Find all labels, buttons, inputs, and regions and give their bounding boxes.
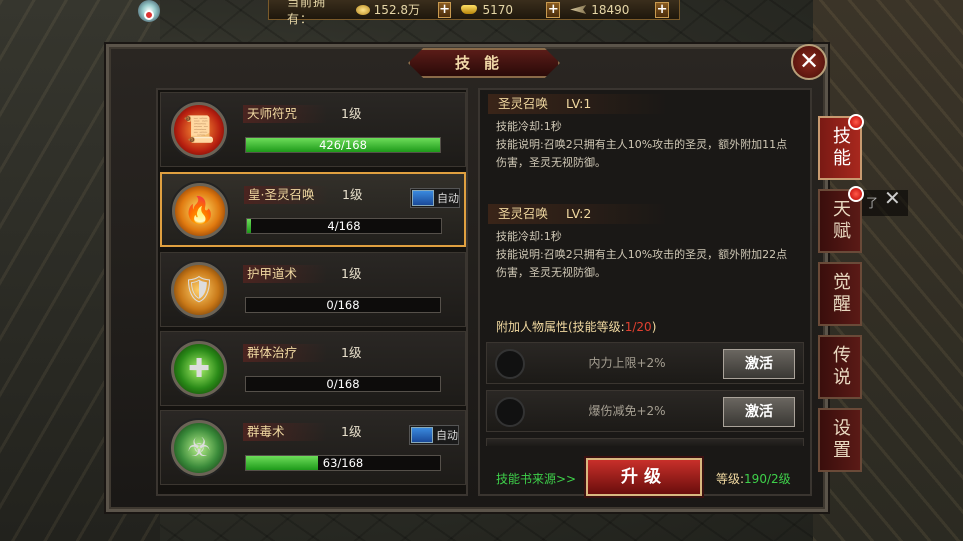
- skill-name: 群体治疗: [243, 344, 327, 362]
- tab-awaken[interactable]: 觉醒: [818, 262, 862, 326]
- attribute-slot-icon: [495, 349, 525, 379]
- next-cooldown: 技能冷却:1秒: [496, 230, 562, 243]
- skill-progress-bar: 426/168: [245, 137, 441, 153]
- close-button[interactable]: ✕: [791, 44, 827, 80]
- auto-checkbox-icon: [412, 190, 434, 206]
- resource-coin: 152.8万: [355, 1, 424, 18]
- add-feather-button[interactable]: +: [655, 1, 670, 18]
- level-value: 190/2级: [744, 472, 791, 486]
- attribute-row: 内力上限+2% 激活: [486, 342, 804, 384]
- notification-dot-icon: [144, 10, 154, 20]
- tab-settings[interactable]: 设置: [818, 408, 862, 472]
- skill-progress-bar: 0/168: [245, 376, 441, 392]
- skill-level: 1级: [341, 106, 362, 121]
- attribute-row-partial: [486, 438, 804, 446]
- phoenix-summon-icon: 🔥: [172, 183, 228, 239]
- group-heal-icon: ✚: [171, 341, 227, 397]
- current-skill-header: 圣灵召唤 LV:1: [488, 94, 668, 114]
- current-skill-name: 圣灵召唤: [498, 96, 549, 111]
- gold-ingot-icon: [461, 5, 478, 14]
- add-coin-button[interactable]: +: [437, 1, 452, 18]
- skill-level: 1级: [341, 266, 362, 281]
- feather-icon: [570, 5, 587, 14]
- skill-progress-bar: 0/168: [245, 297, 441, 313]
- auto-label: 自动: [436, 429, 458, 442]
- progress-text: 63/168: [322, 456, 364, 470]
- skill-name: 群毒术: [243, 423, 327, 441]
- skill-level: 1级: [341, 424, 362, 439]
- add-ingot-button[interactable]: +: [546, 1, 561, 18]
- skill-name: 护甲道术: [243, 265, 327, 283]
- current-cooldown: 技能冷却:1秒: [496, 120, 562, 133]
- skill-item-qunti-zhiliao[interactable]: ✚ 群体治疗 1级 0/168: [160, 331, 466, 406]
- attribute-text: 爆伤减免+2%: [588, 404, 666, 418]
- attribute-level: 1/20: [624, 320, 652, 334]
- ingot-value: 5170: [482, 2, 513, 17]
- resource-label: 当前拥有：: [287, 0, 327, 26]
- upgrade-button[interactable]: 升级: [586, 458, 702, 496]
- coin-icon: [355, 4, 370, 15]
- skill-progress-bar: 4/168: [246, 218, 442, 234]
- feather-value: 18490: [591, 2, 630, 17]
- attribute-slot-icon: [495, 397, 525, 427]
- skill-item-qundu-shu[interactable]: ☣ 群毒术 1级 自动 63/168: [160, 410, 466, 485]
- attribute-header: 附加人物属性(技能等级:1/20): [496, 320, 657, 334]
- auto-checkbox-icon: [411, 427, 433, 443]
- skill-item-hujia-daoshu[interactable]: 🛡 护甲道术 1级 0/168: [160, 252, 466, 327]
- resource-ingot: 5170: [461, 3, 532, 17]
- auto-cast-toggle[interactable]: 自动: [409, 425, 459, 445]
- current-description: 技能说明:召唤2只拥有主人10%攻击的圣灵，额外附加11点伤害，圣灵无视防御。: [496, 138, 788, 169]
- auto-label: 自动: [437, 192, 459, 205]
- side-popup-close-icon[interactable]: ✕: [884, 186, 901, 210]
- tab-talent-alert-icon: [848, 186, 864, 202]
- tab-legend[interactable]: 传说: [818, 335, 862, 399]
- skill-name: 皇·圣灵召唤: [244, 186, 328, 204]
- attribute-text: 内力上限+2%: [588, 356, 666, 370]
- skill-list: 📜 天师符咒 1级 426/168 🔥 皇·圣灵召唤 1级 自动 4/168 🛡…: [156, 88, 468, 496]
- progress-text: 426/168: [319, 138, 367, 152]
- armor-spell-icon: 🛡: [171, 262, 227, 318]
- skill-detail-panel: 圣灵召唤 LV:1 技能冷却:1秒 技能说明:召唤2只拥有主人10%攻击的圣灵，…: [478, 88, 812, 496]
- skill-level: 1级: [341, 345, 362, 360]
- skill-progress-bar: 63/168: [245, 455, 441, 471]
- current-skill-level: LV:1: [566, 96, 592, 111]
- skill-item-huang-shengling-zhaohuan[interactable]: 🔥 皇·圣灵召唤 1级 自动 4/168: [160, 172, 466, 247]
- progress-text: 4/168: [327, 219, 361, 233]
- progress-text: 0/168: [326, 298, 360, 312]
- next-skill-header: 圣灵召唤 LV:2: [488, 204, 668, 224]
- activate-button[interactable]: 激活: [723, 349, 795, 379]
- tab-skill-alert-icon: [848, 114, 864, 130]
- skill-level: 1级: [342, 187, 363, 202]
- talisman-icon: 📜: [171, 102, 227, 158]
- next-description: 技能说明:召唤2只拥有主人10%攻击的圣灵，额外附加22点伤害，圣灵无视防御。: [496, 248, 788, 279]
- window-title: 技能: [408, 48, 560, 78]
- poison-spell-icon: ☣: [171, 420, 227, 476]
- activate-button[interactable]: 激活: [723, 397, 795, 427]
- auto-cast-toggle[interactable]: 自动: [410, 188, 460, 208]
- skill-item-tianshi-fuzhou[interactable]: 📜 天师符咒 1级 426/168: [160, 92, 466, 167]
- skill-book-source-link[interactable]: 技能书来源>>: [496, 470, 576, 487]
- resource-feather: 18490: [570, 3, 641, 17]
- attribute-row: 爆伤减免+2% 激活: [486, 390, 804, 432]
- level-info: 等级:190/2级: [716, 472, 791, 486]
- next-skill-level: LV:2: [566, 206, 592, 221]
- skill-name: 天师符咒: [243, 105, 327, 123]
- next-skill-name: 圣灵召唤: [498, 206, 549, 221]
- progress-text: 0/168: [326, 377, 360, 391]
- coin-value: 152.8万: [373, 3, 421, 17]
- resource-bar: 当前拥有： 152.8万 + 5170 + 18490 +: [268, 0, 680, 26]
